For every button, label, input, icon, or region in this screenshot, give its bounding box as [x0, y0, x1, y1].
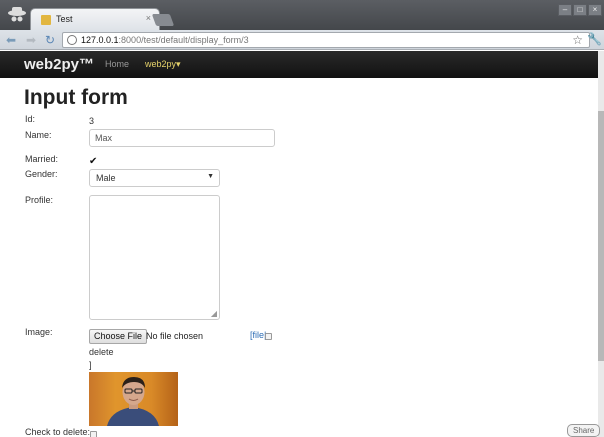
- delete-text: delete: [89, 347, 114, 357]
- incognito-icon: [8, 7, 26, 22]
- id-value: 3: [89, 116, 95, 126]
- address-bar[interactable]: 127.0.0.1:8000/test/default/display_form…: [62, 32, 590, 48]
- married-label: Married:: [25, 154, 59, 164]
- tab-close-icon[interactable]: ×: [146, 13, 151, 23]
- browser-tab[interactable]: Test ×: [30, 8, 160, 30]
- scrollbar-thumb[interactable]: [598, 111, 604, 361]
- nav-home-link[interactable]: Home: [105, 59, 129, 69]
- bookmark-star-icon[interactable]: ☆: [572, 33, 583, 47]
- share-button[interactable]: Share: [567, 424, 601, 437]
- favicon-icon: [41, 15, 51, 25]
- vertical-scrollbar[interactable]: [598, 51, 604, 437]
- dropdown-arrow-icon: ▼: [207, 173, 214, 180]
- check-to-delete-checkbox[interactable]: [90, 431, 97, 437]
- minimize-button[interactable]: –: [558, 4, 572, 16]
- file-delete-checkbox[interactable]: [265, 333, 272, 340]
- file-link[interactable]: [file|: [250, 330, 266, 340]
- app-navbar: web2py™ Home web2py▾: [0, 51, 598, 78]
- maximize-button[interactable]: □: [573, 4, 587, 16]
- image-label: Image:: [25, 327, 53, 337]
- close-window-button[interactable]: ×: [588, 4, 602, 16]
- gender-label: Gender:: [25, 169, 58, 179]
- reload-icon[interactable]: ↻: [43, 33, 57, 47]
- profile-label: Profile:: [25, 195, 54, 205]
- choose-file-button[interactable]: Choose File: [89, 329, 148, 344]
- forward-arrow-icon[interactable]: ➡: [24, 33, 38, 47]
- url-text: 127.0.0.1:8000/test/default/display_form…: [81, 35, 249, 45]
- tab-title: Test: [56, 14, 73, 24]
- gender-select[interactable]: Male ▼: [89, 169, 220, 187]
- wrench-menu-icon[interactable]: 🔧: [587, 32, 602, 46]
- nav-web2py-menu[interactable]: web2py▾: [145, 59, 181, 70]
- name-input[interactable]: [89, 129, 275, 147]
- gender-select-value: Male: [96, 173, 116, 183]
- back-arrow-icon[interactable]: ⬅: [4, 33, 18, 47]
- no-file-text: No file chosen: [146, 331, 204, 341]
- page-info-icon: [67, 35, 77, 45]
- browser-toolbar: ⬅ ➡ ↻ 127.0.0.1:8000/test/default/displa…: [0, 30, 604, 50]
- page-title: Input form: [24, 86, 128, 109]
- id-label: Id:: [25, 114, 36, 124]
- name-label: Name:: [25, 130, 52, 140]
- brand-logo[interactable]: web2py™: [24, 56, 94, 73]
- resize-handle-icon[interactable]: ◢: [211, 309, 217, 318]
- browser-titlebar: Test × – □ ×: [0, 0, 604, 30]
- uploaded-image: [89, 372, 178, 426]
- new-tab-button[interactable]: [151, 14, 175, 26]
- check-to-delete-label: Check to delete:: [25, 427, 91, 437]
- bracket-text: ]: [89, 360, 92, 370]
- profile-textarea[interactable]: ◢: [89, 195, 220, 320]
- married-checkbox[interactable]: ✔: [89, 156, 97, 167]
